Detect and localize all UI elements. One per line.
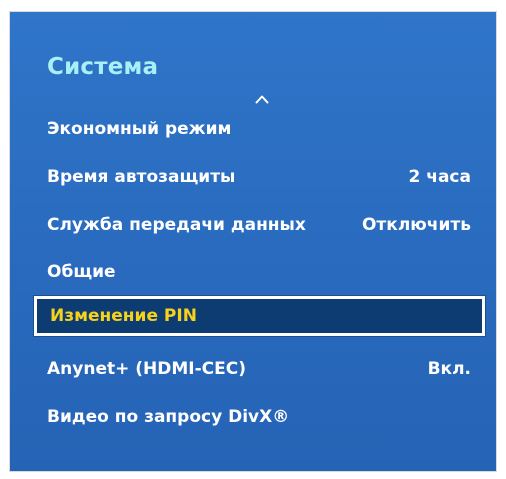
menu-item-general[interactable]: Общие	[34, 252, 485, 292]
menu-item-auto-protection-time[interactable]: Время автозащиты 2 часа	[34, 157, 485, 197]
screen: Система Экономный режим Время автозащиты…	[0, 0, 506, 479]
menu-item-label: Общие	[47, 262, 116, 282]
menu-item-value: Вкл.	[427, 359, 471, 379]
chevron-up-icon[interactable]	[255, 94, 269, 104]
menu-item-label: Экономный режим	[47, 119, 232, 139]
menu-item-data-service[interactable]: Служба передачи данных Отключить	[34, 205, 485, 245]
menu-item-label: Служба передачи данных	[47, 215, 306, 235]
system-menu-panel: Система Экономный режим Время автозащиты…	[9, 11, 497, 472]
menu-item-label: Время автозащиты	[47, 167, 236, 187]
menu-item-label: Видео по запросу DivX®	[47, 407, 290, 427]
menu-item-label: Изменение PIN	[50, 306, 197, 326]
menu-item-eco-mode[interactable]: Экономный режим	[34, 109, 485, 149]
menu-item-value: Отключить	[361, 215, 471, 235]
menu-title: Система	[47, 54, 159, 80]
menu-item-divx-vod[interactable]: Видео по запросу DivX®	[34, 397, 485, 437]
menu-item-anynet[interactable]: Anynet+ (HDMI-CEC) Вкл.	[34, 349, 485, 389]
menu-item-value: 2 часа	[408, 167, 471, 187]
menu-item-change-pin[interactable]: Изменение PIN	[34, 296, 485, 336]
menu-item-label: Anynet+ (HDMI-CEC)	[47, 359, 247, 379]
